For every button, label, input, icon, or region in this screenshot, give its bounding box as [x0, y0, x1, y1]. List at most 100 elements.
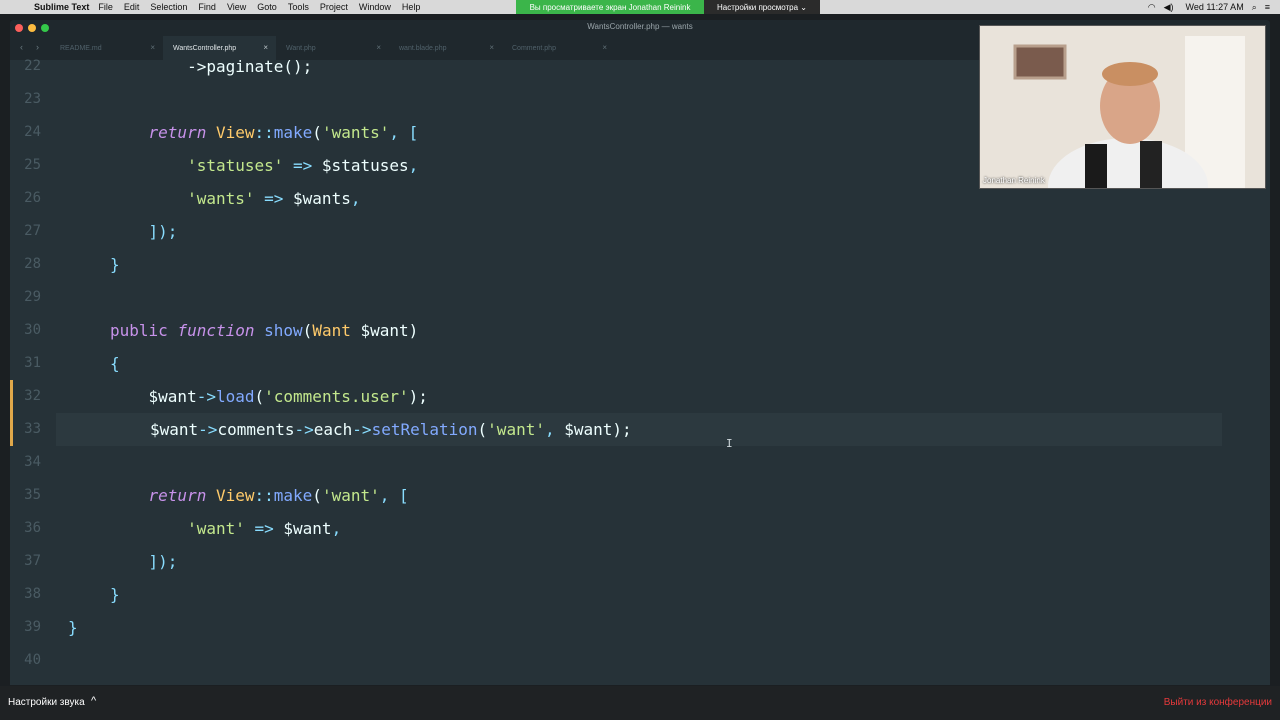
code-token: setRelation [371, 420, 478, 439]
code-token: make [273, 486, 313, 505]
line-code: ->paginate(); [110, 50, 312, 83]
code-line[interactable]: 39} [10, 611, 1270, 644]
code-token: -> [294, 420, 314, 439]
menu-edit[interactable]: Edit [124, 2, 140, 12]
menu-project[interactable]: Project [320, 2, 348, 12]
line-code: 'wants' => $wants, [110, 182, 360, 215]
code-token: ); [408, 387, 428, 406]
code-token: ]); [148, 552, 178, 571]
line-code: } [110, 248, 120, 281]
search-icon[interactable]: ⌕ [1252, 2, 1257, 13]
code-line[interactable]: 33 $want->comments->each->setRelation('wa… [24, 413, 1222, 446]
line-code: 'statuses' => $statuses, [110, 149, 418, 182]
code-line[interactable]: 38} [10, 578, 1270, 611]
code-token: load [215, 387, 255, 406]
code-token: $want [148, 387, 197, 406]
volume-icon[interactable]: ◀) [1164, 2, 1174, 13]
code-token: , [331, 519, 342, 538]
code-token: View [215, 123, 255, 142]
chevron-up-icon[interactable]: ^ [91, 695, 96, 707]
code-token: $statuses [321, 156, 409, 175]
code-token: , [389, 123, 409, 142]
leave-conference-button[interactable]: Выйти из конференции [1164, 697, 1272, 708]
code-token: each [313, 420, 353, 439]
line-number: 22 [24, 58, 41, 74]
code-token: 'comments.user' [264, 387, 409, 406]
code-line[interactable]: 27 ]); [10, 215, 1270, 248]
menu-find[interactable]: Find [198, 2, 216, 12]
webcam-video: Jonathan Reinink [979, 25, 1266, 189]
line-number: 33 [24, 421, 41, 437]
line-code: return View::make('want', [ [110, 479, 409, 512]
line-number: 24 [24, 124, 41, 140]
code-token: ( [302, 321, 313, 340]
line-number: 34 [24, 454, 41, 470]
line-number: 37 [24, 553, 41, 569]
line-number: 23 [24, 91, 41, 107]
menu-tools[interactable]: Tools [288, 2, 309, 12]
code-line[interactable]: 31 { [10, 347, 1270, 380]
sound-settings-button[interactable]: Настройки звука [8, 697, 85, 708]
text-cursor-icon: I [726, 437, 733, 450]
menu-window[interactable]: Window [359, 2, 391, 12]
menu-help[interactable]: Help [402, 2, 421, 12]
code-token: ( [477, 420, 488, 439]
code-token: comments [217, 420, 295, 439]
code-line[interactable]: 29 [10, 281, 1270, 314]
menu-view[interactable]: View [227, 2, 246, 12]
line-number: 29 [24, 289, 41, 305]
list-icon[interactable]: ≡ [1265, 2, 1270, 12]
code-line[interactable]: 35 return View::make('want', [ [10, 479, 1270, 512]
code-token: View [215, 486, 255, 505]
code-token: } [68, 618, 78, 637]
webcam-image [980, 26, 1265, 188]
code-token: show [264, 321, 303, 340]
modified-line-marker [10, 413, 13, 446]
code-token: $want [150, 420, 199, 439]
code-line[interactable]: 40 [10, 644, 1270, 677]
line-code: public function show(Want $want) [110, 314, 418, 347]
code-token: , [350, 189, 361, 208]
app-name-menu[interactable]: Sublime Text [34, 2, 89, 12]
code-token: , [544, 420, 565, 439]
code-token: return [148, 123, 207, 142]
code-token: => [244, 519, 284, 538]
code-token: public [110, 321, 168, 340]
line-number: 36 [24, 520, 41, 536]
conference-bottom-bar: Настройки звука ^ Выйти из конференции [0, 686, 1280, 720]
code-line[interactable]: 36 'want' => $want, [10, 512, 1270, 545]
code-token: 'wants' [321, 123, 390, 142]
line-number: 27 [24, 223, 41, 239]
code-line[interactable]: 32 $want->load('comments.user'); [10, 380, 1270, 413]
code-token: 'want' [321, 486, 380, 505]
wifi-icon[interactable]: ◠ [1148, 2, 1156, 13]
code-line[interactable]: 37 ]); [10, 545, 1270, 578]
line-code: } [110, 578, 120, 611]
line-number: 40 [24, 652, 41, 668]
code-token: , [379, 486, 399, 505]
code-token: ); [612, 420, 632, 439]
clock[interactable]: Wed 11:27 AM [1185, 2, 1243, 12]
menu-goto[interactable]: Goto [257, 2, 277, 12]
code-token: ( [312, 123, 322, 142]
code-token: $wants [293, 189, 351, 208]
code-line[interactable]: 34 [10, 446, 1270, 479]
code-token: 'wants' [187, 189, 255, 208]
code-line[interactable]: 28} [10, 248, 1270, 281]
menu-file[interactable]: File [98, 2, 113, 12]
view-settings-button[interactable]: Настройки просмотра ⌄ [704, 0, 820, 14]
code-token: Want [312, 321, 351, 340]
code-token: return [148, 486, 207, 505]
code-token: :: [254, 123, 274, 142]
menu-selection[interactable]: Selection [150, 2, 187, 12]
code-line[interactable]: 30 public function show(Want $want) [10, 314, 1270, 347]
code-token: [ [399, 486, 409, 505]
